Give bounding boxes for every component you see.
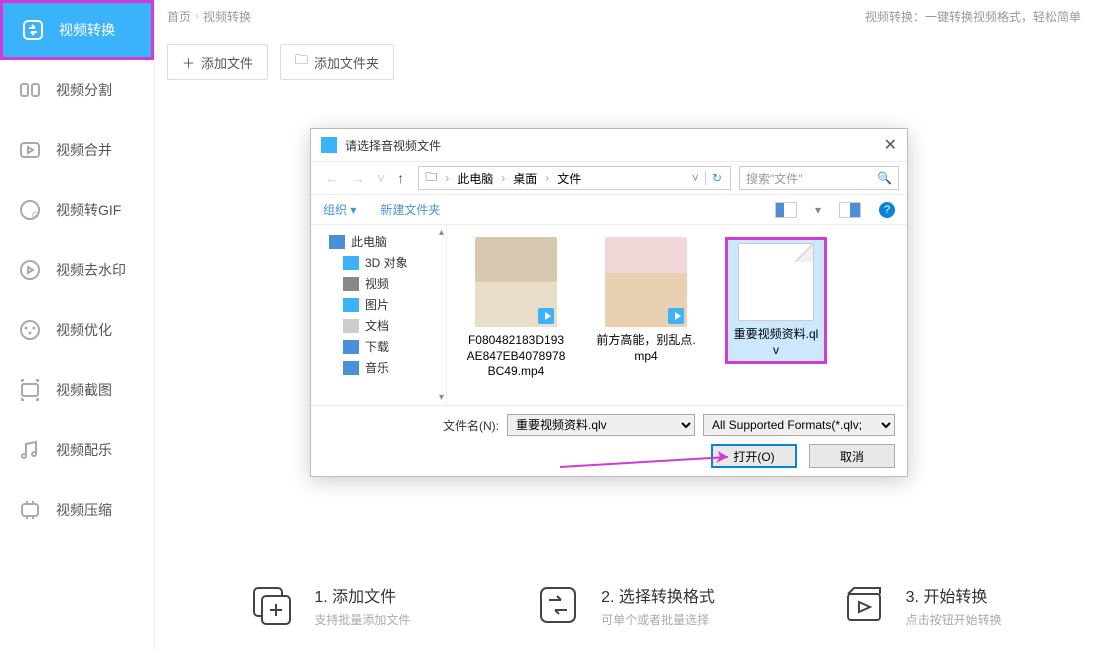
sidebar-item-watermark[interactable]: 视频去水印: [0, 240, 154, 300]
documents-icon: [343, 319, 359, 333]
view-mode-icon[interactable]: [775, 202, 797, 218]
video-thumbnail: [605, 237, 687, 327]
sidebar-item-music[interactable]: 视频配乐: [0, 420, 154, 480]
start-step-icon: [838, 580, 888, 630]
add-folder-button[interactable]: 🗀添加文件夹: [280, 44, 394, 80]
refresh-icon[interactable]: ↻: [705, 171, 728, 185]
add-file-step-icon: [246, 580, 296, 630]
convert-icon: [21, 18, 45, 42]
cancel-button[interactable]: 取消: [809, 444, 895, 468]
recent-dropdown-icon[interactable]: ˅: [371, 166, 391, 190]
svg-text:G: G: [32, 211, 38, 220]
compress-icon: [18, 498, 42, 522]
steps: 1. 添加文件支持批量添加文件 2. 选择转换格式可单个或者批量选择 3. 开始…: [155, 580, 1093, 630]
folder-tree: ▴ 此电脑 3D 对象 视频 图片 文档 下载 音乐 ▾: [311, 225, 447, 405]
breadcrumb-current: 视频转换: [203, 8, 251, 25]
back-icon[interactable]: ←: [319, 166, 345, 190]
tree-item-3d[interactable]: 3D 对象: [311, 252, 446, 273]
tree-item-documents[interactable]: 文档: [311, 315, 446, 336]
sidebar-label: 视频去水印: [56, 260, 126, 280]
breadcrumb-home[interactable]: 首页: [167, 8, 191, 25]
open-button[interactable]: 打开(O): [711, 444, 797, 468]
3d-icon: [343, 256, 359, 270]
step-2: 2. 选择转换格式可单个或者批量选择: [533, 580, 715, 630]
folder-icon: 🗀: [421, 168, 441, 189]
filter-select[interactable]: All Supported Formats(*.qlv;: [703, 414, 895, 436]
pc-icon: [329, 235, 345, 249]
add-file-button[interactable]: ＋添加文件: [167, 44, 268, 80]
sidebar-item-compress[interactable]: 视频压缩: [0, 480, 154, 540]
format-step-icon: [533, 580, 583, 630]
tree-item-downloads[interactable]: 下载: [311, 336, 446, 357]
sidebar-label: 视频配乐: [56, 440, 112, 460]
sidebar-label: 视频优化: [56, 320, 112, 340]
sidebar-label: 视频分割: [56, 80, 112, 100]
up-icon[interactable]: ↑: [391, 166, 410, 190]
sidebar-item-merge[interactable]: 视频合并: [0, 120, 154, 180]
sidebar-item-convert[interactable]: 视频转换: [0, 0, 154, 60]
view-dropdown-icon[interactable]: ▾: [815, 203, 821, 217]
dialog-tools: 组织 ▾ 新建文件夹 ▾ ?: [311, 195, 907, 225]
file-item[interactable]: F080482183D193AE847EB4078978BC49.mp4: [465, 237, 567, 380]
gif-icon: G: [18, 198, 42, 222]
file-item[interactable]: 前方高能，别乱点.mp4: [595, 237, 697, 364]
video-thumbnail: [475, 237, 557, 327]
sidebar-label: 视频截图: [56, 380, 112, 400]
dialog-nav: ← → ˅ ↑ 🗀› 此电脑› 桌面› 文件 ˅ ↻ 搜索"文件" 🔍: [311, 162, 907, 195]
split-icon: [18, 78, 42, 102]
path-box[interactable]: 🗀› 此电脑› 桌面› 文件 ˅ ↻: [418, 166, 731, 190]
filename-input[interactable]: 重要视频资料.qlv: [507, 414, 695, 436]
sidebar: 视频转换 视频分割 视频合并 G 视频转GIF 视频去水印 视频优化 视频截图: [0, 0, 155, 650]
page-description: 视频转换：一键转换视频格式，轻松简单: [865, 8, 1081, 25]
new-folder-button[interactable]: 新建文件夹: [380, 201, 440, 218]
dialog-title: 请选择音视频文件: [345, 137, 441, 154]
step-1: 1. 添加文件支持批量添加文件: [246, 580, 410, 630]
sidebar-label: 视频压缩: [56, 500, 112, 520]
scroll-down-icon[interactable]: ▾: [439, 392, 444, 403]
sidebar-item-screenshot[interactable]: 视频截图: [0, 360, 154, 420]
file-thumbnail: [738, 243, 814, 321]
dialog-titlebar: 请选择音视频文件 ✕: [311, 129, 907, 162]
pictures-icon: [343, 298, 359, 312]
dialog-footer: 文件名(N): 重要视频资料.qlv All Supported Formats…: [311, 405, 907, 476]
step-3: 3. 开始转换点击按钮开始转换: [838, 580, 1002, 630]
close-icon[interactable]: ✕: [884, 135, 897, 155]
sidebar-item-split[interactable]: 视频分割: [0, 60, 154, 120]
path-dropdown-icon[interactable]: ˅: [686, 171, 705, 185]
search-icon[interactable]: 🔍: [877, 171, 892, 185]
video-folder-icon: [343, 277, 359, 291]
merge-icon: [18, 138, 42, 162]
file-open-dialog: 请选择音视频文件 ✕ ← → ˅ ↑ 🗀› 此电脑› 桌面› 文件 ˅ ↻ 搜索…: [310, 128, 908, 477]
optimize-icon: [18, 318, 42, 342]
organize-menu[interactable]: 组织 ▾: [323, 201, 356, 218]
plus-icon: ＋: [182, 53, 195, 72]
tree-item-pictures[interactable]: 图片: [311, 294, 446, 315]
sidebar-item-optimize[interactable]: 视频优化: [0, 300, 154, 360]
downloads-icon: [343, 340, 359, 354]
toolbar: ＋添加文件 🗀添加文件夹: [155, 32, 1093, 92]
topbar: 首页 › 视频转换 视频转换：一键转换视频格式，轻松简单: [155, 0, 1093, 32]
tree-item-thispc[interactable]: 此电脑: [311, 231, 446, 252]
scroll-up-icon[interactable]: ▴: [439, 227, 444, 238]
sidebar-item-gif[interactable]: G 视频转GIF: [0, 180, 154, 240]
preview-pane-icon[interactable]: [839, 202, 861, 218]
music-icon: [18, 438, 42, 462]
sidebar-label: 视频合并: [56, 140, 112, 160]
forward-icon[interactable]: →: [345, 166, 371, 190]
file-grid: F080482183D193AE847EB4078978BC49.mp4 前方高…: [447, 225, 907, 405]
sidebar-label: 视频转换: [59, 20, 115, 40]
sidebar-label: 视频转GIF: [56, 200, 121, 220]
music-folder-icon: [343, 361, 359, 375]
help-icon[interactable]: ?: [879, 202, 895, 218]
filename-label: 文件名(N):: [443, 417, 499, 434]
search-input[interactable]: 搜索"文件" 🔍: [739, 166, 899, 190]
app-icon: [321, 137, 337, 153]
chevron-icon: ›: [195, 9, 199, 23]
watermark-icon: [18, 258, 42, 282]
file-item-selected[interactable]: 重要视频资料.qlv: [725, 237, 827, 364]
screenshot-icon: [18, 378, 42, 402]
tree-item-video[interactable]: 视频: [311, 273, 446, 294]
tree-item-music[interactable]: 音乐: [311, 357, 446, 378]
folder-icon: 🗀: [295, 51, 308, 73]
